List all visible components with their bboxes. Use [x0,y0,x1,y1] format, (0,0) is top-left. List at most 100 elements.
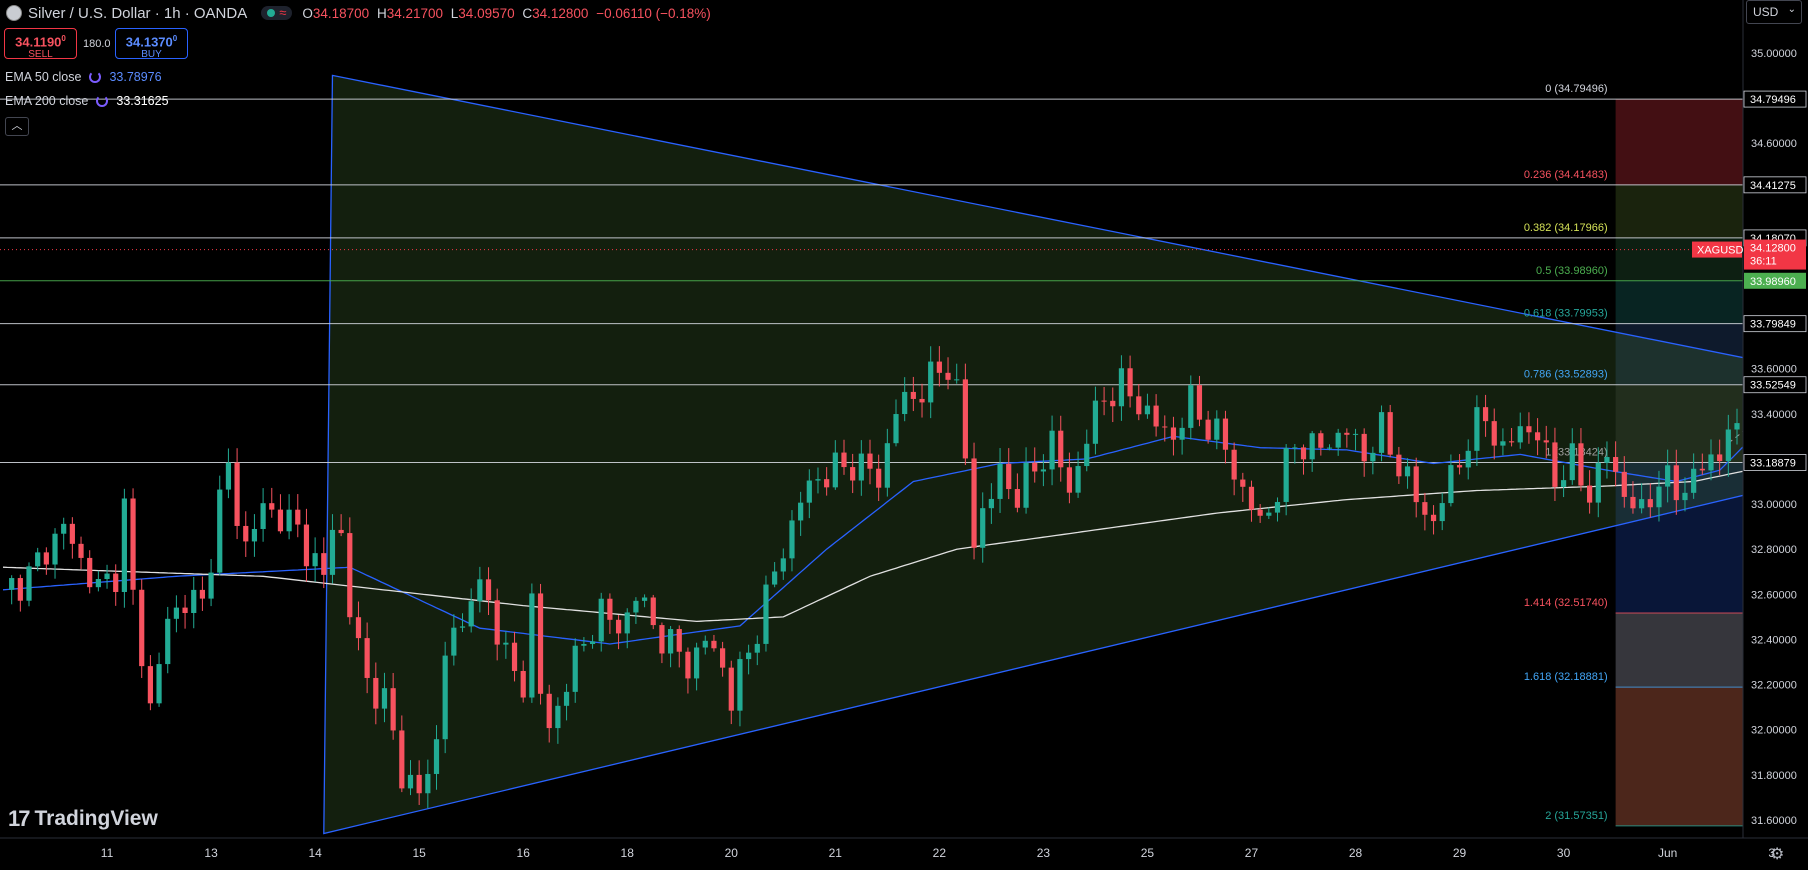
candle-body [824,479,830,488]
candle-body [1352,433,1359,435]
fib-zone [1615,99,1743,185]
candle-body [1413,466,1419,503]
candle-body [321,553,327,575]
fib-axis-value: 33.52549 [1750,380,1796,392]
candle-body [1656,486,1662,508]
candle-body [494,600,500,645]
candle-body [581,644,587,646]
candle-body [407,774,414,789]
candle-body [607,598,613,620]
candle-body [95,579,101,588]
chevron-down-icon: ⌄ [1787,4,1796,15]
candle-body [1101,400,1107,402]
price-tick-label: 31.60000 [1751,815,1797,827]
currency-select[interactable]: USD ⌄ [1746,0,1802,24]
candle-body [1058,430,1064,468]
candle-body [971,458,977,548]
market-status-pill[interactable]: ≈ [261,6,293,20]
candle-body [121,498,127,592]
candle-body [1526,426,1532,433]
fib-level-label: 0.382 (34.17966) [1524,222,1608,234]
ema50-legend[interactable]: EMA 50 close 33.78976 [5,70,162,84]
price-tick-label: 32.60000 [1751,589,1797,601]
candle-body [902,391,908,415]
candle-body [485,579,492,601]
candle-body [26,566,32,601]
price-chart[interactable]: 0 (34.79496) 0.236 (34.41483) 0.382 (34.17… [0,0,1808,870]
candle-body [1474,407,1480,451]
candle-body [1049,430,1055,470]
time-axis-bg [0,838,1808,870]
candle-body [563,691,570,706]
fib-axis-value: 33.18879 [1750,458,1796,470]
candle-body [1274,501,1281,513]
candle-body [399,730,405,789]
candle-body [312,553,318,567]
silver-coin-icon [6,5,22,21]
candle-body [303,524,310,567]
fib-level-label: 0.618 (33.79953) [1524,308,1608,320]
candle-body [69,523,75,544]
sell-button[interactable]: 34.11900 SELL [4,28,77,60]
candle-body [78,543,84,558]
candle-body [1248,486,1255,510]
candle-body [130,498,136,590]
tv-logo-icon: 17 [8,806,31,831]
collapse-legend-button[interactable]: ︿ [5,117,29,136]
candle-body [1370,452,1376,462]
candle-body [1587,485,1593,503]
candle-body [694,647,700,679]
candle-body [1170,427,1177,440]
candle-body [1378,412,1385,453]
candle-body [225,462,232,490]
candle-body [867,453,873,469]
candle-body [1578,443,1584,486]
candle-body [685,651,691,679]
candle-body [433,739,440,774]
candle-body [1639,499,1645,509]
tradingview-logo[interactable]: 17 TradingView [8,806,158,832]
gear-icon[interactable]: ⚙ [1770,844,1784,864]
candle-body [1534,432,1541,441]
candle-body [1552,442,1558,487]
candle-body [1257,509,1263,516]
candle-body [962,379,968,459]
symbol-tag-label: XAGUSD [1697,245,1744,257]
candle-body [1231,449,1237,480]
candle-body [702,640,708,648]
candle-body [650,597,656,626]
candle-body [1708,454,1714,471]
candle-body [104,573,110,580]
candle-body [720,648,726,668]
time-tick-label: 23 [1037,846,1051,860]
candle-body [936,361,942,373]
fib-zone [1615,687,1743,826]
candle-body [1508,441,1515,443]
fib-level-label: 0.786 (33.52893) [1524,369,1608,381]
candle-body [52,533,58,565]
candle-body [945,372,951,380]
candle-body [858,453,864,481]
candle-body [1456,465,1463,468]
symbol-title[interactable]: Silver / U.S. Dollar · 1h · OANDA [28,5,247,22]
ema200-legend[interactable]: EMA 200 close 33.31625 [5,94,169,108]
loading-cycle-icon [96,95,109,107]
candle-body [1240,479,1246,487]
time-tick-label: 18 [621,846,635,860]
candle-body [1691,468,1697,493]
candle-body [841,452,847,468]
buy-button[interactable]: 34.13700 BUY [115,28,188,60]
candle-body [1344,432,1350,435]
candle-body [1430,514,1437,522]
fib-level-label: 1.414 (32.51740) [1524,597,1608,609]
fib-axis-value: 33.98960 [1750,276,1796,288]
candle-body [1604,457,1610,463]
candle-body [35,552,41,567]
candle-body [9,578,15,590]
candle-body [1318,433,1324,448]
candle-body [615,619,622,634]
candle-body [1006,463,1012,490]
candle-body [286,509,292,532]
candle-body [876,468,882,488]
candle-body [251,528,258,542]
